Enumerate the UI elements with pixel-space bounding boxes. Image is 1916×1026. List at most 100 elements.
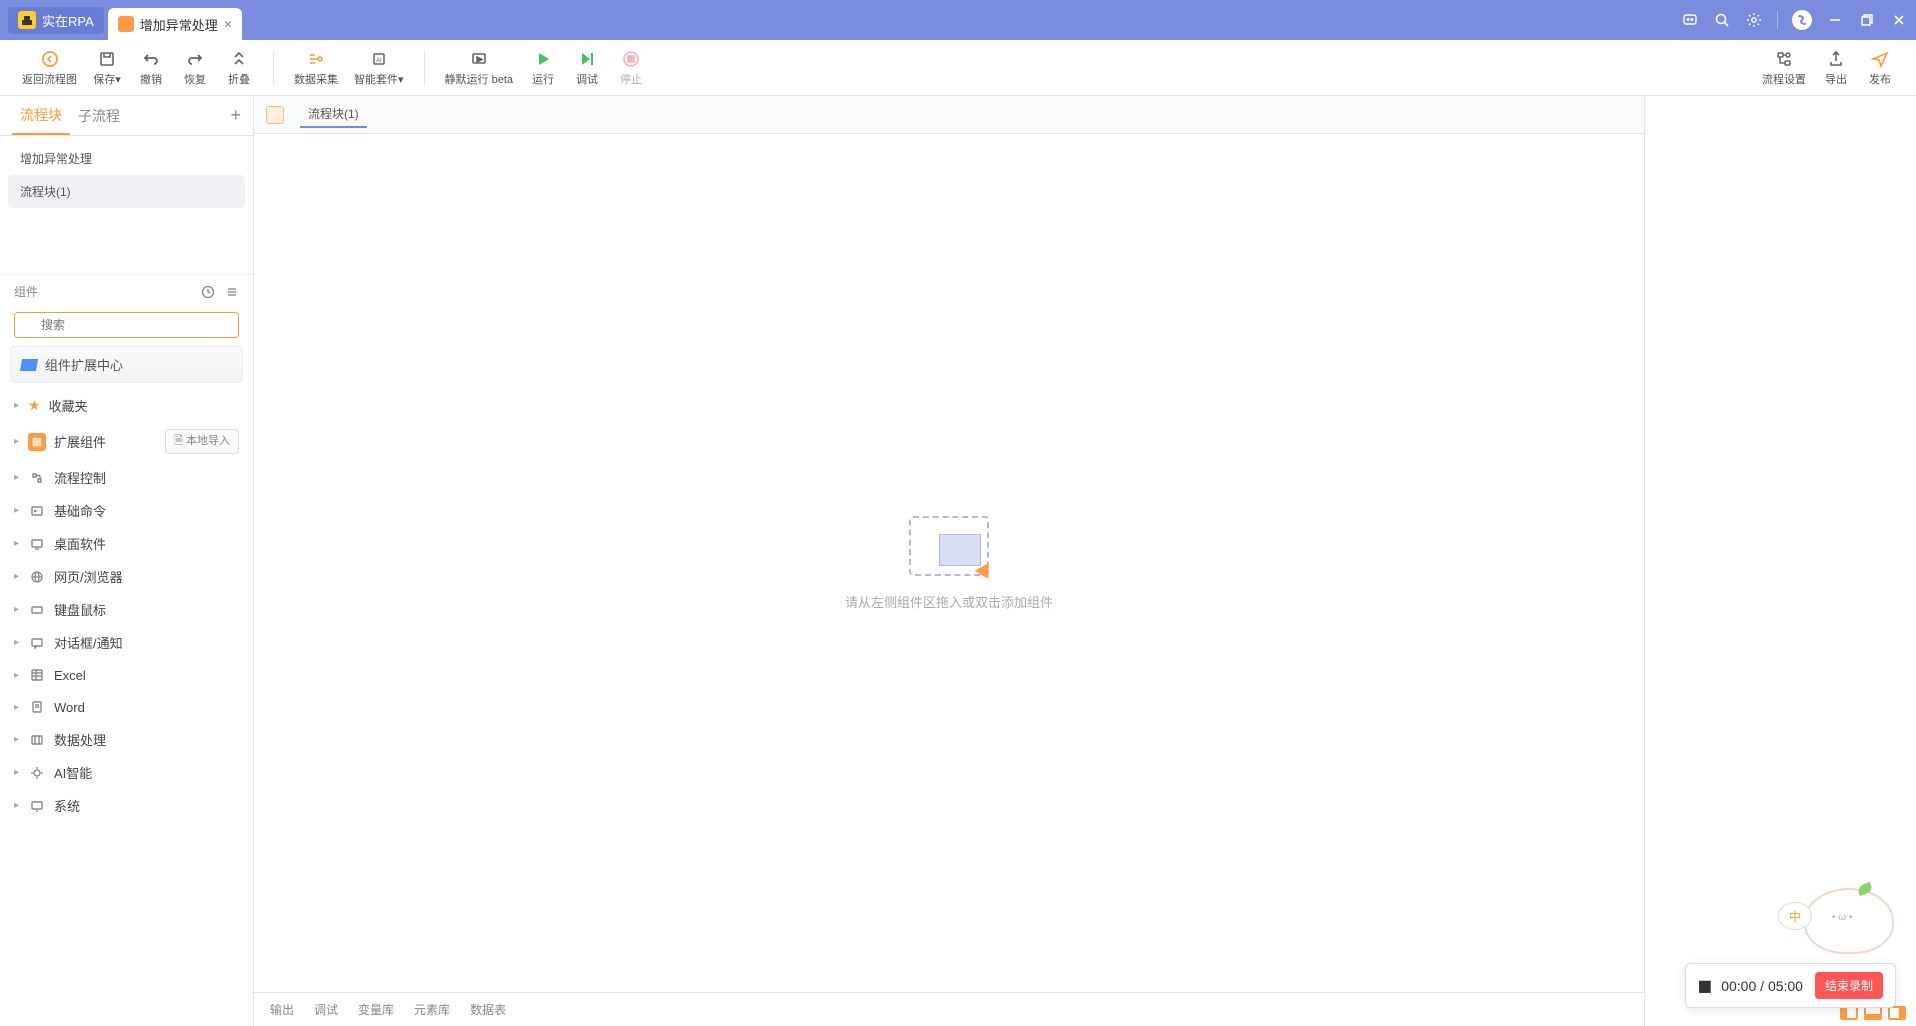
minimize-icon[interactable] bbox=[1826, 11, 1844, 29]
ai-kit-button[interactable]: AI 智能套件▾ bbox=[346, 45, 412, 91]
undo-label: 撤销 bbox=[140, 71, 162, 87]
content-tabs: 流程块(1) bbox=[254, 96, 1644, 134]
collapse-icon bbox=[229, 49, 249, 69]
bottom-tab-output[interactable]: 输出 bbox=[270, 1001, 294, 1018]
flow-settings-label: 流程设置 bbox=[1762, 71, 1806, 87]
content-tab-icon[interactable] bbox=[266, 106, 284, 124]
save-button[interactable]: 保存▾ bbox=[85, 45, 129, 91]
dialog-icon bbox=[28, 634, 46, 652]
silent-run-label: 静默运行 beta bbox=[445, 71, 513, 87]
block-item[interactable]: 增加异常处理 bbox=[8, 142, 245, 175]
redo-button[interactable]: 恢复 bbox=[173, 45, 217, 91]
brand-logo-icon[interactable] bbox=[1792, 10, 1812, 30]
block-list: 增加异常处理 流程块(1) bbox=[0, 136, 253, 214]
local-import-button[interactable]: 🗎 本地导入 bbox=[165, 429, 239, 454]
panel-toggles bbox=[1840, 1006, 1906, 1020]
tree-item-dialog[interactable]: ▸对话框/通知 bbox=[8, 626, 245, 659]
list-icon[interactable] bbox=[225, 285, 239, 299]
stop-button[interactable]: 停止 bbox=[609, 45, 653, 91]
debug-icon bbox=[577, 49, 597, 69]
history-icon[interactable] bbox=[201, 285, 215, 299]
word-icon bbox=[28, 698, 46, 716]
run-button[interactable]: 运行 bbox=[521, 45, 565, 91]
back-button[interactable]: 返回流程图 bbox=[14, 45, 85, 91]
stop-record-button[interactable]: 结束录制 bbox=[1815, 972, 1883, 999]
cmd-icon bbox=[28, 502, 46, 520]
leaf-icon bbox=[1857, 882, 1874, 896]
export-button[interactable]: 导出 bbox=[1814, 45, 1858, 91]
tree-item-keyboard[interactable]: ▸键盘鼠标 bbox=[8, 593, 245, 626]
flow-settings-button[interactable]: 流程设置 bbox=[1754, 45, 1814, 91]
system-icon bbox=[28, 797, 46, 815]
bottom-tab-debug[interactable]: 调试 bbox=[314, 1001, 338, 1018]
recorder-widget: ▮▮ 00:00 / 05:00 结束录制 bbox=[1685, 963, 1896, 1008]
stop-icon bbox=[621, 49, 641, 69]
tab-subflows[interactable]: 子流程 bbox=[70, 98, 128, 134]
stop-label: 停止 bbox=[620, 71, 642, 87]
data-collect-button[interactable]: 数据采集 bbox=[286, 45, 346, 91]
tab-blocks[interactable]: 流程块 bbox=[12, 97, 70, 135]
publish-button[interactable]: 发布 bbox=[1858, 45, 1902, 91]
ai-kit-label: 智能套件▾ bbox=[354, 71, 404, 87]
undo-button[interactable]: 撤销 bbox=[129, 45, 173, 91]
titlebar-tabs: 实在RPA 增加异常处理 × bbox=[8, 0, 1681, 40]
mascot[interactable]: • ω • 中 bbox=[1790, 874, 1900, 954]
extension-item-icon: ▦ bbox=[28, 433, 46, 451]
tree-item-data[interactable]: ▸数据处理 bbox=[8, 723, 245, 756]
publish-icon bbox=[1870, 49, 1890, 69]
tree-item-desktop[interactable]: ▸桌面软件 bbox=[8, 527, 245, 560]
tree-item-excel[interactable]: ▸Excel bbox=[8, 659, 245, 691]
sidebar: 流程块 子流程 + 增加异常处理 流程块(1) 组件 ⌕ 组件扩展中心 ▸★收藏… bbox=[0, 96, 254, 1026]
tree-item-system[interactable]: ▸系统 bbox=[8, 789, 245, 822]
tab-main[interactable]: 增加异常处理 × bbox=[108, 8, 242, 40]
component-tree: ▸★收藏夹 ▸▦扩展组件🗎 本地导入 ▸流程控制 ▸基础命令 ▸桌面软件 ▸网页… bbox=[0, 389, 253, 1026]
feedback-icon[interactable] bbox=[1681, 11, 1699, 29]
panel-toggle-left[interactable] bbox=[1840, 1006, 1858, 1020]
components-header: 组件 bbox=[0, 274, 253, 308]
extension-center-button[interactable]: 组件扩展中心 bbox=[10, 346, 243, 383]
bottom-tab-elements[interactable]: 元素库 bbox=[414, 1001, 450, 1018]
web-icon bbox=[28, 568, 46, 586]
search-icon[interactable] bbox=[1713, 11, 1731, 29]
canvas[interactable]: 请从左侧组件区拖入或双击添加组件 bbox=[254, 134, 1644, 992]
sidebar-tabs: 流程块 子流程 + bbox=[0, 96, 253, 136]
flow-icon bbox=[28, 469, 46, 487]
block-item[interactable]: 流程块(1) bbox=[8, 175, 245, 208]
debug-button[interactable]: 调试 bbox=[565, 45, 609, 91]
tree-item-flowcontrol[interactable]: ▸流程控制 bbox=[8, 461, 245, 494]
collapse-label: 折叠 bbox=[228, 71, 250, 87]
redo-label: 恢复 bbox=[184, 71, 206, 87]
collapse-button[interactable]: 折叠 bbox=[217, 45, 261, 91]
content-tab-title[interactable]: 流程块(1) bbox=[300, 101, 367, 128]
bottom-tab-vars[interactable]: 变量库 bbox=[358, 1001, 394, 1018]
tree-item-favorites[interactable]: ▸★收藏夹 bbox=[8, 389, 245, 422]
silent-run-icon bbox=[469, 49, 489, 69]
ai-kit-icon: AI bbox=[369, 49, 389, 69]
gear-icon[interactable] bbox=[1745, 11, 1763, 29]
panel-toggle-bottom[interactable] bbox=[1864, 1006, 1882, 1020]
tree-item-basiccmd[interactable]: ▸基础命令 bbox=[8, 494, 245, 527]
recorder-time: 00:00 / 05:00 bbox=[1721, 978, 1803, 994]
mascot-face: • ω • bbox=[1832, 912, 1852, 923]
pause-icon[interactable]: ▮▮ bbox=[1698, 976, 1710, 996]
bottom-tab-datatable[interactable]: 数据表 bbox=[470, 1001, 506, 1018]
panel-toggle-right[interactable] bbox=[1888, 1006, 1906, 1020]
close-icon[interactable]: × bbox=[224, 16, 232, 32]
window-close-icon[interactable] bbox=[1890, 11, 1908, 29]
titlebar-right bbox=[1681, 10, 1908, 30]
excel-icon bbox=[28, 666, 46, 684]
tab-title: 增加异常处理 bbox=[140, 15, 218, 34]
undo-icon bbox=[141, 49, 161, 69]
maximize-icon[interactable] bbox=[1858, 11, 1876, 29]
drop-illustration bbox=[909, 516, 989, 576]
silent-run-button[interactable]: 静默运行 beta bbox=[437, 45, 521, 91]
component-search-input[interactable] bbox=[14, 312, 239, 338]
tree-item-extensions[interactable]: ▸▦扩展组件🗎 本地导入 bbox=[8, 422, 245, 461]
tree-item-word[interactable]: ▸Word bbox=[8, 691, 245, 723]
tree-item-ai[interactable]: ▸AI智能 bbox=[8, 756, 245, 789]
add-icon[interactable]: + bbox=[230, 105, 241, 126]
empty-hint: 请从左侧组件区拖入或双击添加组件 bbox=[845, 592, 1053, 611]
redo-icon bbox=[185, 49, 205, 69]
run-icon bbox=[533, 49, 553, 69]
tree-item-web[interactable]: ▸网页/浏览器 bbox=[8, 560, 245, 593]
